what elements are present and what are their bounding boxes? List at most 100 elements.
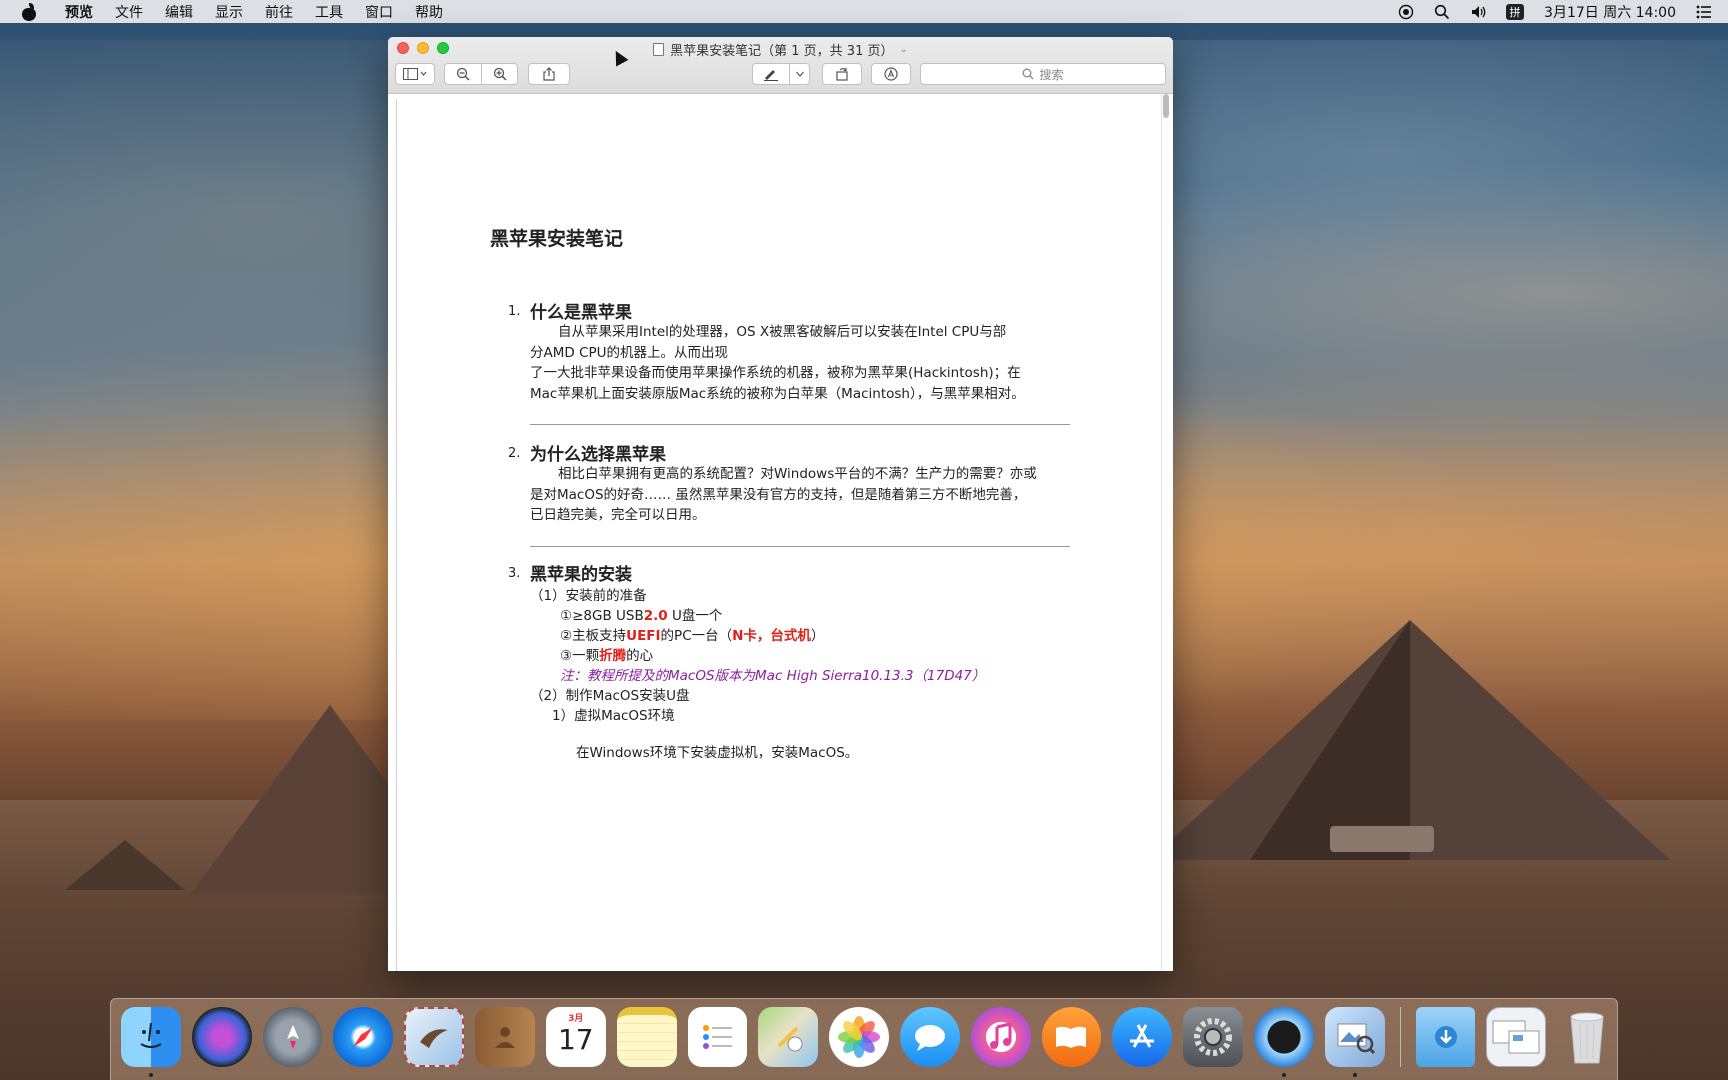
preview-icon[interactable] bbox=[1324, 1007, 1385, 1077]
vertical-scrollbar[interactable] bbox=[1162, 94, 1170, 930]
rotate-icon bbox=[836, 67, 848, 81]
window-title: 黑苹果安装笔记（第 1 页，共 31 页） ⌄ bbox=[388, 40, 1173, 59]
text-line: 自从苹果采用Intel的处理器，OS X被黑客破解后可以安装在Intel CPU… bbox=[558, 324, 1007, 340]
search-icon bbox=[1023, 68, 1034, 80]
share-icon bbox=[543, 67, 555, 81]
install-item-pc: ②主板支持UEFI的PC一台（N卡，台式机） bbox=[560, 628, 825, 644]
search-field[interactable]: 搜索 bbox=[920, 63, 1166, 85]
markup-pen-button[interactable] bbox=[753, 64, 789, 84]
install-prep-heading: （1）安装前的准备 bbox=[530, 588, 647, 604]
contacts-icon[interactable] bbox=[475, 1007, 535, 1067]
sidebar-icon bbox=[403, 68, 427, 80]
annotate-button[interactable] bbox=[871, 63, 911, 85]
section-body: 自从苹果采用Intel的处理器，OS X被黑客破解后可以安装在Intel CPU… bbox=[530, 322, 1070, 404]
messages-icon[interactable] bbox=[899, 1007, 960, 1067]
finder-icon[interactable] bbox=[121, 1007, 181, 1077]
markup-dropdown-button[interactable] bbox=[789, 64, 809, 84]
install-make-heading: （2）制作MacOS安装U盘 bbox=[530, 688, 690, 704]
scrollbar-thumb[interactable] bbox=[1163, 94, 1169, 118]
wallpaper-pyramid-shade bbox=[1250, 620, 1410, 860]
menu-tools[interactable]: 工具 bbox=[304, 2, 354, 22]
markup-controls bbox=[752, 63, 810, 85]
window-title-text: 黑苹果安装笔记（第 1 页，共 31 页） bbox=[670, 44, 894, 59]
ibooks-icon[interactable] bbox=[1041, 1007, 1102, 1067]
reminders-icon[interactable] bbox=[687, 1007, 748, 1067]
install-item-heart: ③一颗折腾的心 bbox=[560, 648, 654, 664]
section-heading: 为什么选择黑苹果 bbox=[530, 445, 666, 465]
menu-view[interactable]: 显示 bbox=[204, 2, 254, 22]
zoom-out-button[interactable] bbox=[445, 64, 481, 84]
document-title: 黑苹果安装笔记 bbox=[490, 228, 624, 250]
install-note: 注：教程所提及的MacOS版本为Mac High Sierra10.13.3（1… bbox=[560, 668, 986, 684]
text-line: 已日趋完美，完全可以日用。 bbox=[530, 507, 706, 523]
menu-help[interactable]: 帮助 bbox=[404, 2, 454, 22]
menubar-clock[interactable]: 3月17日 周六 14:00 bbox=[1544, 2, 1676, 22]
section-number: 3. bbox=[508, 566, 521, 581]
app-store-icon[interactable] bbox=[1112, 1007, 1173, 1067]
spotlight-search-icon[interactable] bbox=[1434, 4, 1450, 20]
running-indicator bbox=[149, 1073, 153, 1077]
document-icon bbox=[653, 43, 665, 56]
input-method-icon[interactable]: 拼 bbox=[1506, 3, 1525, 20]
section-heading: 什么是黑苹果 bbox=[530, 303, 632, 323]
safari-icon[interactable] bbox=[333, 1007, 394, 1067]
mail-icon[interactable] bbox=[404, 1007, 465, 1067]
calendar-icon[interactable]: 3月 17 bbox=[545, 1007, 606, 1067]
system-preferences-icon[interactable] bbox=[1183, 1007, 1244, 1067]
menu-edit[interactable]: 编辑 bbox=[154, 2, 204, 22]
itunes-icon[interactable] bbox=[970, 1007, 1031, 1067]
wallpaper-pyramid-small bbox=[65, 840, 185, 890]
window-titlebar[interactable]: 黑苹果安装笔记（第 1 页，共 31 页） ⌄ 搜索 bbox=[388, 37, 1173, 94]
launchpad-icon[interactable] bbox=[262, 1007, 323, 1067]
chevron-down-icon bbox=[795, 71, 804, 77]
chevron-down-icon[interactable]: ⌄ bbox=[899, 44, 907, 55]
menu-bar: 预览 文件 编辑 显示 前往 工具 窗口 帮助 拼 3月17日 周六 14:00 bbox=[0, 0, 1728, 23]
section-heading: 黑苹果的安装 bbox=[530, 565, 632, 585]
preview-window: 黑苹果安装笔记（第 1 页，共 31 页） ⌄ 搜索 黑苹果安装笔记 1. 什么… bbox=[388, 37, 1173, 971]
zoom-out-icon bbox=[456, 67, 470, 81]
dock-separator bbox=[1399, 1007, 1401, 1067]
trash-icon[interactable] bbox=[1557, 1007, 1617, 1067]
recent-documents-icon[interactable] bbox=[1486, 1007, 1547, 1067]
calendar-day: 17 bbox=[557, 1023, 594, 1056]
section-divider bbox=[530, 424, 1070, 425]
page-edge bbox=[396, 99, 397, 971]
menu-go[interactable]: 前往 bbox=[254, 2, 304, 22]
share-button[interactable] bbox=[528, 63, 570, 85]
search-placeholder: 搜索 bbox=[1039, 67, 1064, 82]
running-indicator bbox=[1282, 1073, 1287, 1077]
document-view[interactable]: 黑苹果安装笔记 1. 什么是黑苹果 自从苹果采用Intel的处理器，OS X被黑… bbox=[388, 94, 1173, 971]
siri-icon[interactable] bbox=[191, 1007, 252, 1067]
text-line: Mac苹果机上面安装原版Mac系统的被称为白苹果（Macintosh），与黑苹果… bbox=[530, 385, 1025, 402]
text-line: 相比白苹果拥有更高的系统配置？对Windows平台的不满？生产力的需要？亦或 bbox=[558, 466, 1037, 482]
apple-menu-icon[interactable] bbox=[20, 2, 38, 21]
notes-icon[interactable] bbox=[616, 1007, 677, 1067]
zoom-in-button[interactable] bbox=[481, 64, 517, 84]
text-line: 分AMD CPU的机器上。从而出现 bbox=[530, 344, 729, 361]
section-body: 相比白苹果拥有更高的系统配置？对Windows平台的不满？生产力的需要？亦或 是… bbox=[530, 464, 1070, 526]
window-toolbar: 搜索 bbox=[395, 62, 1166, 86]
menu-file[interactable]: 文件 bbox=[104, 2, 154, 22]
zoom-in-icon bbox=[493, 67, 507, 81]
install-vm-heading: 1）虚拟MacOS环境 bbox=[552, 708, 675, 724]
annotate-icon bbox=[884, 67, 898, 81]
text-line: 了一大批非苹果设备而使用苹果操作系统的机器，被称为黑苹果(Hackintosh)… bbox=[530, 365, 1021, 381]
volume-icon[interactable] bbox=[1470, 4, 1486, 20]
menu-app-name[interactable]: 预览 bbox=[54, 2, 104, 22]
text-line: 是对MacOS的好奇…… 虽然黑苹果没有官方的支持，但是随着第三方不断地完善， bbox=[530, 486, 1027, 503]
downloads-folder-icon[interactable] bbox=[1415, 1007, 1476, 1067]
photos-icon[interactable] bbox=[829, 1007, 889, 1067]
pen-icon bbox=[764, 70, 778, 81]
maps-icon[interactable] bbox=[758, 1007, 819, 1067]
quicktime-icon[interactable] bbox=[1254, 1007, 1314, 1077]
section-number: 1. bbox=[508, 304, 521, 319]
rotate-button[interactable] bbox=[822, 63, 862, 85]
section-number: 2. bbox=[508, 446, 521, 461]
menu-window[interactable]: 窗口 bbox=[354, 2, 404, 22]
screen-record-icon[interactable] bbox=[1398, 4, 1414, 20]
sidebar-toggle-button[interactable] bbox=[395, 63, 435, 85]
notification-center-icon[interactable] bbox=[1696, 4, 1712, 20]
zoom-controls bbox=[444, 63, 518, 85]
install-item-usb: ①≥8GB USB2.0 U盘一个 bbox=[560, 608, 723, 624]
dock: 3月 17 bbox=[110, 998, 1618, 1080]
